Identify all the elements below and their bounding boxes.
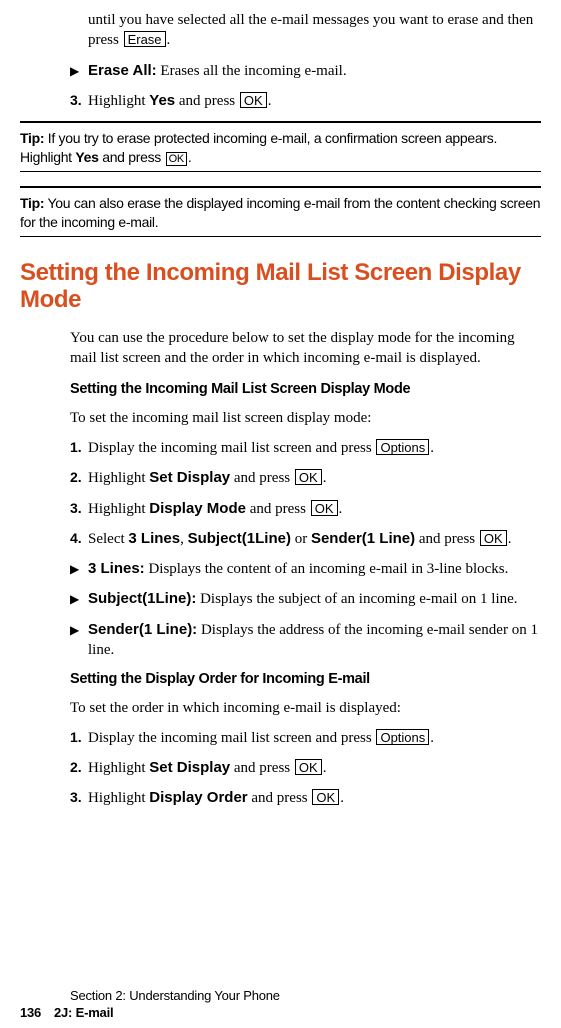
sub2-step3-b: and press xyxy=(248,790,312,806)
erase-key: Erase xyxy=(124,31,166,47)
b3-label: Sender(1 Line): xyxy=(88,621,197,638)
options-key-1: Options xyxy=(376,439,429,455)
sub1-bullet-sender: ▶ Sender(1 Line): Displays the address o… xyxy=(70,620,541,661)
step-yes: Yes xyxy=(149,92,175,109)
page-number: 136 xyxy=(20,1004,54,1022)
ok-key-s4: OK xyxy=(480,530,507,546)
sub1-step1-b: . xyxy=(430,440,434,456)
sub1-step2-a: Highlight xyxy=(88,470,149,486)
sub1-step1-a: Display the incoming mail list screen an… xyxy=(88,440,375,456)
options-key-2: Options xyxy=(376,729,429,745)
sub1-step2-num: 2. xyxy=(70,468,88,488)
sub2-step1-b: . xyxy=(430,730,434,746)
sub1-step4-o1: 3 Lines xyxy=(128,530,180,547)
sub2-step3-a: Highlight xyxy=(88,790,149,806)
bullet-icon: ▶ xyxy=(70,589,88,609)
sub1-step4-a: Select xyxy=(88,531,128,547)
sub1-intro: To set the incoming mail list screen dis… xyxy=(70,408,541,428)
sub2-step1-num: 1. xyxy=(70,728,88,748)
tip-1: Tip: If you try to erase protected incom… xyxy=(20,121,541,172)
sub2-step1: 1. Display the incoming mail list screen… xyxy=(70,728,541,748)
step-c: . xyxy=(268,93,272,109)
ok-key: OK xyxy=(240,92,267,108)
sub1-bullet-3lines: ▶ 3 Lines: Displays the content of an in… xyxy=(70,559,541,579)
sub1-step4-c: . xyxy=(508,531,512,547)
sub1-step1-num: 1. xyxy=(70,438,88,458)
footer-line2: 1362J: E-mail xyxy=(20,1004,280,1022)
step-num: 3. xyxy=(70,91,88,111)
sub2-step3-c: . xyxy=(340,790,344,806)
tip1-c: . xyxy=(188,149,192,165)
bullet-icon: ▶ xyxy=(70,620,88,661)
bullet-icon: ▶ xyxy=(70,61,88,81)
page: until you have selected all the e-mail m… xyxy=(0,0,561,1028)
sub2-step3-strong: Display Order xyxy=(149,789,247,806)
sub1-step4-sep1: , xyxy=(180,531,188,547)
b2-label: Subject(1Line): xyxy=(88,590,196,607)
b1-label: 3 Lines: xyxy=(88,560,145,577)
prev-step-tail: until you have selected all the e-mail m… xyxy=(20,10,541,111)
b2-rest: Displays the subject of an incoming e-ma… xyxy=(196,591,517,607)
sub1-step4-num: 4. xyxy=(70,529,88,549)
tip1-yes: Yes xyxy=(75,149,98,165)
section-heading: Setting the Incoming Mail List Screen Di… xyxy=(20,259,541,314)
footer-section: 2J: E-mail xyxy=(54,1005,113,1020)
sub2-step3: 3. Highlight Display Order and press OK. xyxy=(70,788,541,808)
tip1-b: and press xyxy=(99,149,165,165)
sub1-step2-strong: Set Display xyxy=(149,469,230,486)
subhead-1: Setting the Incoming Mail List Screen Di… xyxy=(70,380,541,400)
subhead-2: Setting the Display Order for Incoming E… xyxy=(70,670,541,690)
ok-key-sb3: OK xyxy=(312,789,339,805)
sub2-step2-b: and press xyxy=(230,760,294,776)
footer-line1: Section 2: Understanding Your Phone xyxy=(20,987,280,1005)
sub1-step3: 3. Highlight Display Mode and press OK. xyxy=(70,499,541,519)
sub2-intro: To set the order in which incoming e-mai… xyxy=(70,698,541,718)
sub1-step3-strong: Display Mode xyxy=(149,500,246,517)
tip-2: Tip: You can also erase the displayed in… xyxy=(20,186,541,237)
ok-key-s3: OK xyxy=(311,500,338,516)
step-a: Highlight xyxy=(88,93,149,109)
sub2-step3-num: 3. xyxy=(70,788,88,808)
tip1-label: Tip: xyxy=(20,130,44,146)
sub1-step3-c: . xyxy=(339,501,343,517)
sub1-step1: 1. Display the incoming mail list screen… xyxy=(70,438,541,458)
sub1-bullet-subject: ▶ Subject(1Line): Displays the subject o… xyxy=(70,589,541,609)
sub1-step4-o3: Sender(1 Line) xyxy=(311,530,415,547)
bullet-icon: ▶ xyxy=(70,559,88,579)
sub2-step2-a: Highlight xyxy=(88,760,149,776)
footer: Section 2: Understanding Your Phone 1362… xyxy=(20,987,280,1022)
sub1-step3-a: Highlight xyxy=(88,501,149,517)
ok-key-sb2: OK xyxy=(295,759,322,775)
sub2-step2-c: . xyxy=(323,760,327,776)
bullet-erase-all: ▶ Erase All: Erases all the incoming e-m… xyxy=(70,61,541,81)
step-3: 3. Highlight Yes and press OK. xyxy=(70,91,541,111)
sub1-step4-b: and press xyxy=(415,531,479,547)
sub1-step2-c: . xyxy=(323,470,327,486)
sub1-step3-num: 3. xyxy=(70,499,88,519)
step-b: and press xyxy=(175,93,239,109)
sub1-step2-b: and press xyxy=(230,470,294,486)
sub2-step2-strong: Set Display xyxy=(149,759,230,776)
sub1-step4-o2: Subject(1Line) xyxy=(188,530,291,547)
tip2-a: You can also erase the displayed incomin… xyxy=(20,195,540,230)
sub1-step4-sep2: or xyxy=(291,531,311,547)
sub1-step2: 2. Highlight Set Display and press OK. xyxy=(70,468,541,488)
b1-rest: Displays the content of an incoming e-ma… xyxy=(145,561,509,577)
ok-key-s2: OK xyxy=(295,469,322,485)
bullet-rest: Erases all the incoming e-mail. xyxy=(157,63,347,79)
section-paragraph: You can use the procedure below to set t… xyxy=(70,328,541,369)
section-body: You can use the procedure below to set t… xyxy=(20,328,541,809)
sub1-step4: 4. Select 3 Lines, Subject(1Line) or Sen… xyxy=(70,529,541,549)
sub1-step3-b: and press xyxy=(246,501,310,517)
tip2-label: Tip: xyxy=(20,195,44,211)
sub2-step2-num: 2. xyxy=(70,758,88,778)
tip1-ok-key: OK xyxy=(166,152,187,166)
sub2-step2: 2. Highlight Set Display and press OK. xyxy=(70,758,541,778)
bullet-label: Erase All: xyxy=(88,62,157,79)
tail-text-b: . xyxy=(167,32,171,48)
sub2-step1-a: Display the incoming mail list screen an… xyxy=(88,730,375,746)
